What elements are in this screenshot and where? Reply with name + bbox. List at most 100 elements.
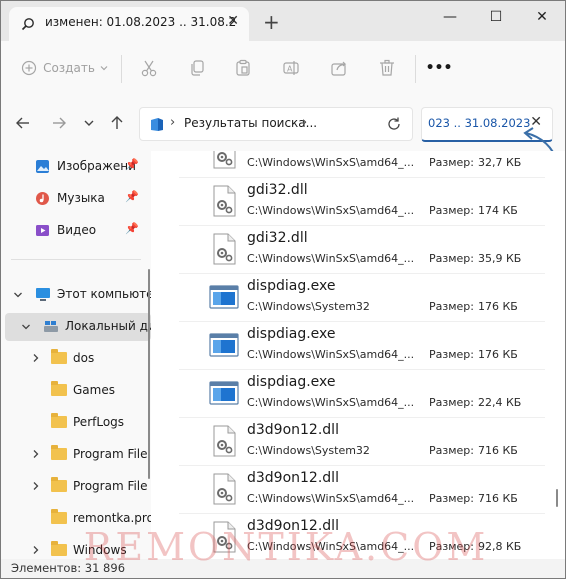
arrow-up-icon xyxy=(111,116,123,129)
sidebar-item-folder[interactable]: Program File xyxy=(1,441,151,469)
sidebar-item-folder[interactable]: Program File xyxy=(1,473,151,501)
folder-icon xyxy=(51,477,67,492)
folder-icon xyxy=(51,413,67,428)
sidebar-item-local-disk[interactable]: Локальный ди xyxy=(5,313,151,341)
chevron-right-icon: › xyxy=(302,115,308,130)
list-item[interactable]: dispdiag.exe C:\Windows\WinSxS\amd64_... Р… xyxy=(179,321,545,370)
size-label: Размер: xyxy=(429,348,474,361)
sidebar-item-folder[interactable]: remontka.pro xyxy=(1,505,151,533)
size-value: 716 КБ xyxy=(477,492,518,505)
active-tab[interactable]: изменен: 01.08.2023 .. 31.08.2 ✕ xyxy=(9,7,249,41)
chevron-down-icon xyxy=(100,66,108,71)
file-path: C:\Windows\WinSxS\amd64_... xyxy=(247,156,415,169)
file-name: gdi32.dll xyxy=(247,230,308,246)
close-window-button[interactable]: ✕ xyxy=(519,1,565,33)
minimize-button[interactable]: — xyxy=(427,1,473,33)
paste-icon xyxy=(236,59,250,76)
file-size: Размер: 174 КБ xyxy=(429,204,518,217)
list-item[interactable]: d3d9on12.dll C:\Windows\WinSxS\amd64_... Р… xyxy=(179,513,545,561)
dll-file-icon xyxy=(213,185,236,217)
sidebar-item-label: Windows xyxy=(73,543,127,557)
file-size: Размер: 22,4 КБ xyxy=(429,396,521,409)
dll-file-icon xyxy=(213,151,236,169)
navigation-bar: › Результаты поиска... › 023 .. 31.08.20… xyxy=(1,95,565,151)
sidebar-item-this-pc[interactable]: Этот компьюте xyxy=(1,281,151,309)
maximize-button[interactable]: ☐ xyxy=(473,1,519,33)
rename-button[interactable]: A xyxy=(277,51,305,85)
address-bar[interactable]: › Результаты поиска... › xyxy=(139,107,413,141)
file-path: C:\Windows\WinSxS\amd64_... xyxy=(247,204,415,217)
file-size: Размер: 176 КБ xyxy=(429,348,518,361)
sidebar-item-video[interactable]: Видео 📌 xyxy=(1,217,151,245)
maximize-icon: ☐ xyxy=(489,9,503,25)
share-button[interactable] xyxy=(325,51,353,85)
dll-file-icon xyxy=(213,521,236,553)
create-button[interactable]: Создать xyxy=(19,51,111,85)
size-label: Размер: xyxy=(429,204,474,217)
paste-button[interactable] xyxy=(229,51,257,85)
music-icon xyxy=(36,192,49,205)
size-label: Размер: xyxy=(429,300,474,313)
share-icon xyxy=(331,61,347,76)
divider xyxy=(11,259,141,260)
sidebar-item-label: Локальный ди xyxy=(65,319,151,333)
address-text: Результаты поиска... xyxy=(184,116,318,130)
size-label: Размер: xyxy=(429,540,474,553)
sidebar-item-folder[interactable]: dos xyxy=(1,345,151,373)
file-path: C:\Windows\WinSxS\amd64_... xyxy=(247,492,415,505)
sidebar-item-folder[interactable]: Windows xyxy=(1,537,151,561)
copy-button[interactable] xyxy=(183,51,211,85)
sidebar-item-folder[interactable]: Games xyxy=(1,377,151,405)
list-item[interactable]: gdi32.dll C:\Windows\WinSxS\amd64_... Разм… xyxy=(179,177,545,226)
file-explorer-window: изменен: 01.08.2023 .. 31.08.2 ✕ + — ☐ ✕… xyxy=(0,0,566,579)
file-path: C:\Windows\System32 xyxy=(247,300,370,313)
list-item[interactable]: dispdiag.exe C:\Windows\System32 Размер: 17… xyxy=(179,273,545,322)
pin-icon: 📌 xyxy=(125,190,139,203)
list-item[interactable]: d3d9on12.dll C:\Windows\WinSxS\amd64_... Р… xyxy=(179,465,545,514)
refresh-icon[interactable] xyxy=(386,116,402,132)
folder-icon xyxy=(51,381,67,396)
sidebar-scrollbar[interactable] xyxy=(148,269,150,479)
sidebar-item-folder[interactable]: PerfLogs xyxy=(1,409,151,437)
back-button[interactable] xyxy=(13,113,33,133)
delete-button[interactable] xyxy=(373,51,401,85)
sidebar-item-music[interactable]: Музыка 📌 xyxy=(1,185,151,213)
chevron-down-icon xyxy=(14,292,22,298)
list-item[interactable]: gdi32.dll C:\Windows\WinSxS\amd64_... Разм… xyxy=(179,225,545,274)
sidebar-item-label: Этот компьюте xyxy=(57,287,151,301)
close-icon: ✕ xyxy=(536,9,548,25)
close-tab-icon[interactable]: ✕ xyxy=(227,13,239,29)
forward-button[interactable] xyxy=(49,113,69,133)
new-tab-button[interactable]: + xyxy=(263,10,280,34)
pictures-icon xyxy=(36,160,49,173)
size-value: 176 КБ xyxy=(477,348,518,361)
sidebar-item-label: PerfLogs xyxy=(73,415,125,429)
list-item[interactable]: d3d9on12.dll C:\Windows\System32 Размер: 71… xyxy=(179,417,545,466)
file-path: C:\Windows\WinSxS\amd64_... xyxy=(247,540,415,553)
delete-icon xyxy=(380,59,394,76)
file-size: Размер: 92,8 КБ xyxy=(429,540,521,553)
divider xyxy=(415,55,416,83)
cut-button[interactable] xyxy=(135,51,163,85)
file-path: C:\Windows\WinSxS\amd64_... xyxy=(247,348,415,361)
list-item[interactable]: dispdiag.exe C:\Windows\WinSxS\amd64_... Р… xyxy=(179,369,545,418)
pin-icon: 📌 xyxy=(125,222,139,235)
cut-icon xyxy=(141,60,157,77)
sidebar-item-pictures[interactable]: Изображени 📌 xyxy=(1,153,151,181)
list-item[interactable]: C:\Windows\WinSxS\amd64_... Размер: 32,7 К… xyxy=(179,151,545,178)
folder-icon xyxy=(51,445,67,460)
folder-icon xyxy=(51,349,67,364)
sidebar-item-label: remontka.pro xyxy=(73,511,151,525)
command-bar: Создать A ••• xyxy=(1,41,565,96)
size-value: 92,8 КБ xyxy=(477,540,522,553)
rename-icon: A xyxy=(283,61,299,75)
more-options-button[interactable]: ••• xyxy=(425,51,453,85)
navigation-pane: Изображени 📌 Музыка 📌 Видео 📌 Этот компь… xyxy=(1,151,151,561)
chevron-right-icon xyxy=(33,450,39,458)
tab-title: изменен: 01.08.2023 .. 31.08.2 xyxy=(45,15,237,29)
results-scrollbar[interactable] xyxy=(556,489,558,507)
up-button[interactable] xyxy=(107,113,127,133)
sidebar-item-label: dos xyxy=(73,351,95,365)
recent-locations-button[interactable] xyxy=(79,113,99,133)
results-list: C:\Windows\WinSxS\amd64_... Размер: 32,7 К… xyxy=(151,151,565,561)
